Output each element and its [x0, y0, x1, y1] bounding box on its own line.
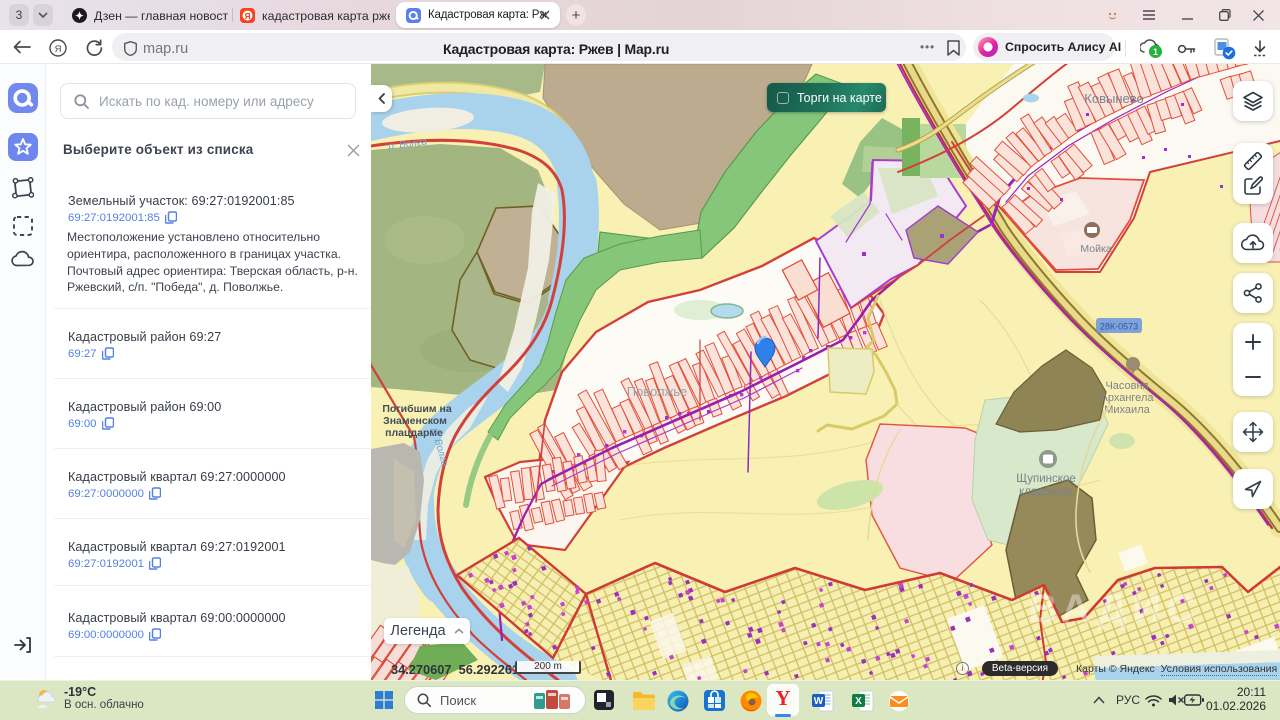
svg-text:X: X [855, 696, 862, 707]
svg-text:Погибшим на: Погибшим на [382, 403, 452, 415]
svg-text:Я: Я [55, 44, 62, 55]
svg-text:Ковынево: Ковынево [1084, 91, 1143, 106]
svg-text:Поволжье: Поволжье [627, 384, 688, 399]
svg-text:W: W [814, 696, 824, 707]
svg-text:Архангела: Архангела [1101, 392, 1155, 404]
svg-text:Михаила: Михаила [1104, 404, 1150, 416]
svg-text:Я: Я [244, 11, 250, 21]
svg-text:ВАДИС: ВАДИС [1028, 587, 1201, 631]
svg-text:Мойка: Мойка [1080, 243, 1111, 255]
svg-text:Часовня: Часовня [1105, 380, 1148, 392]
svg-text:Знаменском: Знаменском [383, 415, 447, 427]
svg-text:1: 1 [1153, 47, 1158, 57]
svg-text:кладбище: кладбище [1019, 486, 1073, 498]
svg-text:28К-0573: 28К-0573 [1100, 322, 1138, 332]
svg-text:Щупинское: Щупинское [1016, 473, 1076, 485]
